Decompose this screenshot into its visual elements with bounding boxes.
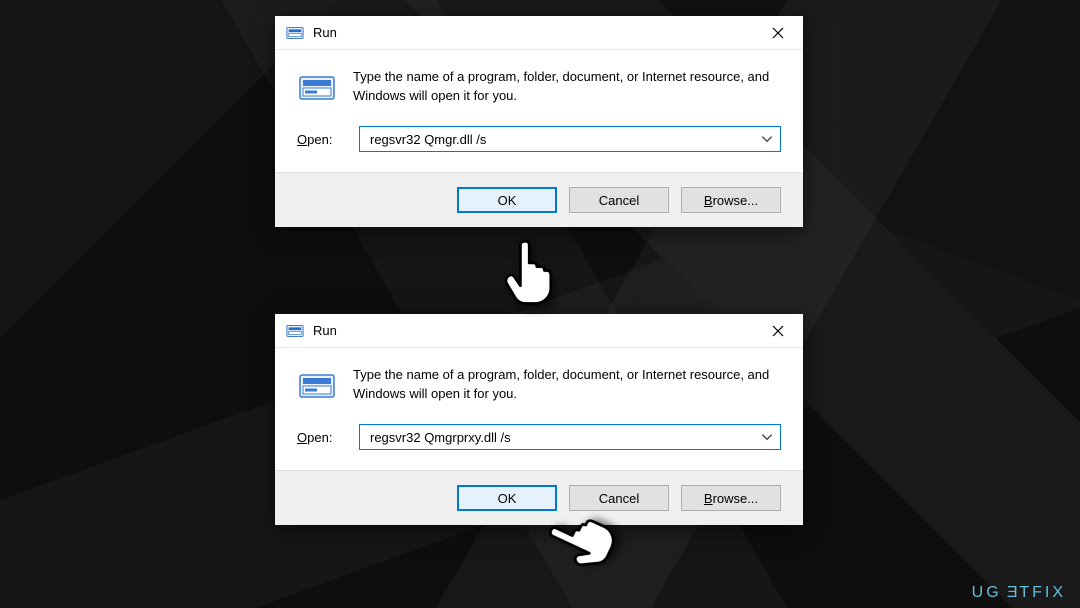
- open-row: Open:: [275, 420, 803, 470]
- close-icon: [772, 325, 784, 337]
- watermark: UGETFIX: [972, 584, 1066, 602]
- instruction-text: Type the name of a program, folder, docu…: [353, 68, 781, 108]
- dialog-body: Type the name of a program, folder, docu…: [275, 50, 803, 122]
- run-app-icon: [285, 321, 305, 341]
- run-app-icon: [285, 23, 305, 43]
- button-row: OK Cancel Browse...: [275, 470, 803, 525]
- run-dialog-2: Run Type the name of a program, folder, …: [275, 314, 803, 525]
- chevron-down-icon[interactable]: [760, 132, 774, 146]
- close-button[interactable]: [755, 316, 801, 346]
- open-combobox[interactable]: [359, 424, 781, 450]
- dialog-body: Type the name of a program, folder, docu…: [275, 348, 803, 420]
- button-row: OK Cancel Browse...: [275, 172, 803, 227]
- ok-button[interactable]: OK: [457, 485, 557, 511]
- open-input[interactable]: [368, 131, 754, 148]
- run-large-icon: [297, 68, 337, 108]
- open-row: Open:: [275, 122, 803, 172]
- chevron-down-icon[interactable]: [760, 430, 774, 444]
- open-label: Open:: [297, 430, 345, 445]
- instruction-text: Type the name of a program, folder, docu…: [353, 366, 781, 406]
- close-icon: [772, 27, 784, 39]
- cancel-button[interactable]: Cancel: [569, 187, 669, 213]
- titlebar[interactable]: Run: [275, 16, 803, 50]
- open-label: Open:: [297, 132, 345, 147]
- window-title: Run: [313, 323, 755, 338]
- titlebar[interactable]: Run: [275, 314, 803, 348]
- browse-button[interactable]: Browse...: [681, 485, 781, 511]
- window-title: Run: [313, 25, 755, 40]
- run-dialog-1: Run Type the name of a program, folder, …: [275, 16, 803, 227]
- open-input[interactable]: [368, 429, 754, 446]
- ok-button[interactable]: OK: [457, 187, 557, 213]
- cancel-button[interactable]: Cancel: [569, 485, 669, 511]
- open-combobox[interactable]: [359, 126, 781, 152]
- run-large-icon: [297, 366, 337, 406]
- browse-button[interactable]: Browse...: [681, 187, 781, 213]
- close-button[interactable]: [755, 18, 801, 48]
